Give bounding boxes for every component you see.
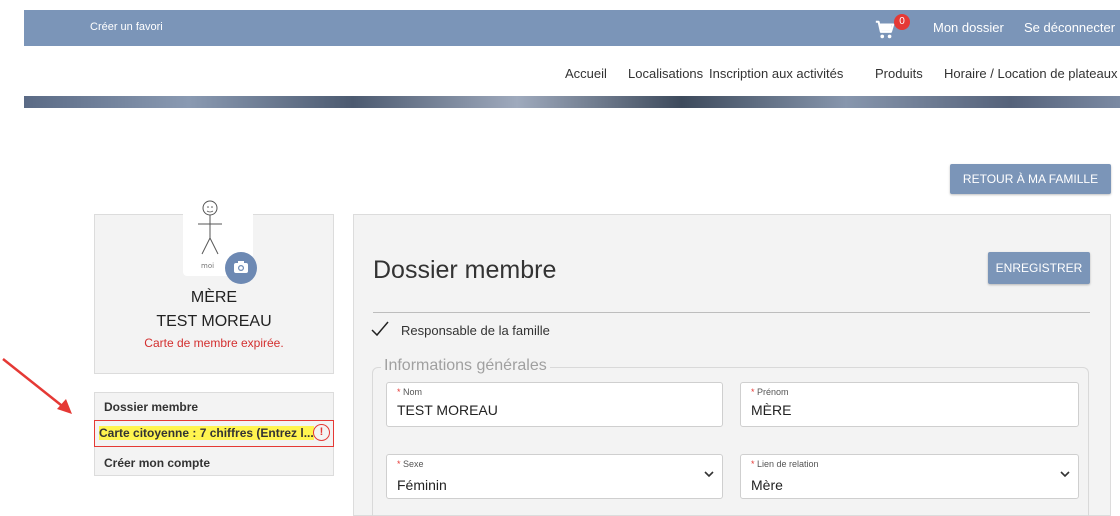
nav-schedule[interactable]: Horaire / Location de plateaux	[944, 66, 1117, 81]
chevron-down-icon	[1060, 471, 1070, 478]
camera-icon	[234, 261, 248, 273]
svg-text:moi: moi	[201, 262, 214, 270]
header-banner-image	[24, 96, 1120, 108]
logout-link[interactable]: Se déconnecter	[1024, 20, 1115, 35]
change-photo-button[interactable]	[225, 252, 257, 284]
member-name: TEST MOREAU	[156, 313, 272, 330]
sexe-select[interactable]: * Sexe Féminin	[386, 454, 723, 499]
cart-count-badge: 0	[894, 14, 910, 30]
cart-icon	[875, 20, 895, 39]
relation-label: Lien de relation	[757, 459, 819, 469]
sidebar-item-member-file[interactable]: Dossier membre	[104, 400, 198, 414]
sidebar-item-create-account[interactable]: Créer mon compte	[104, 456, 210, 470]
create-favorite-link[interactable]: Créer un favori	[90, 21, 163, 33]
family-responsible-label: Responsable de la famille	[401, 323, 550, 338]
top-bar: Créer un favori 0 Mon dossier Se déconne…	[24, 10, 1120, 46]
relation-value: Mère	[751, 477, 783, 493]
nom-field[interactable]: * Nom TEST MOREAU	[386, 382, 723, 427]
section-title: Informations générales	[381, 357, 550, 375]
nav-locations[interactable]: Localisations	[628, 66, 703, 81]
nav-home[interactable]: Accueil	[565, 66, 607, 81]
prenom-value: MÈRE	[751, 402, 792, 418]
nav-products[interactable]: Produits	[875, 66, 923, 81]
checkmark-icon[interactable]	[371, 320, 389, 338]
cart-button[interactable]: 0	[874, 14, 914, 42]
save-button[interactable]: ENREGISTRER	[988, 252, 1090, 284]
relation-select[interactable]: * Lien de relation Mère	[740, 454, 1079, 499]
sidebar-item-label: Carte citoyenne : 7 chiffres (Entrez l..…	[99, 426, 314, 440]
sidebar-item-citizen-card[interactable]: Carte citoyenne : 7 chiffres (Entrez l..…	[94, 420, 334, 447]
sexe-label: Sexe	[403, 459, 424, 469]
member-relation: MÈRE	[190, 289, 238, 306]
nom-label: Nom	[403, 387, 423, 397]
my-file-link[interactable]: Mon dossier	[933, 20, 1004, 35]
membership-status: Carte de membre expirée.	[144, 336, 284, 350]
sexe-value: Féminin	[397, 477, 447, 493]
nom-value: TEST MOREAU	[397, 402, 498, 418]
back-to-family-button[interactable]: RETOUR À MA FAMILLE	[950, 164, 1111, 194]
warning-icon: !	[313, 424, 330, 441]
nav-activities[interactable]: Inscription aux activités	[709, 66, 843, 81]
chevron-down-icon	[704, 471, 714, 478]
divider	[373, 312, 1090, 313]
annotation-arrow-icon	[2, 358, 72, 414]
page-title: Dossier membre	[373, 256, 557, 284]
prenom-field[interactable]: * Prénom MÈRE	[740, 382, 1079, 427]
prenom-label: Prénom	[757, 387, 789, 397]
